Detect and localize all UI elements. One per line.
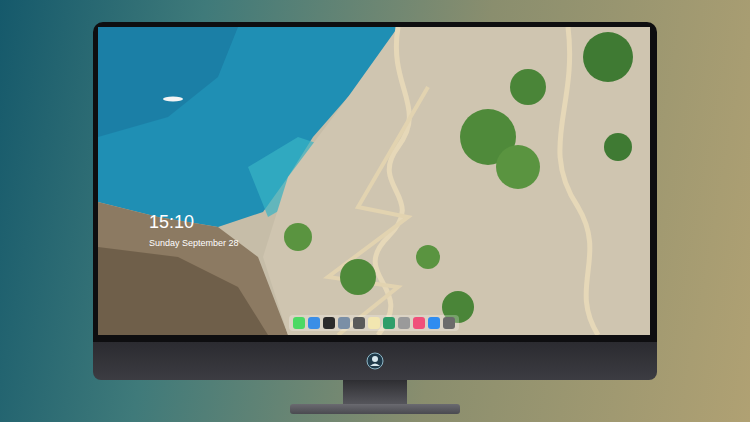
dock-app-icon[interactable] — [428, 317, 440, 329]
monitor-bezel: 15:10 Sunday September 28 — [93, 22, 657, 340]
dock-app-icon[interactable] — [353, 317, 365, 329]
dock-app-icon[interactable] — [383, 317, 395, 329]
desktop-mockup: 15:10 Sunday September 28 — [0, 0, 750, 422]
dock-app-icon[interactable] — [368, 317, 380, 329]
brand-logo-icon — [366, 352, 384, 370]
clock-time: 15:10 — [149, 212, 239, 232]
dock-app-icon[interactable] — [398, 317, 410, 329]
screen: 15:10 Sunday September 28 — [98, 27, 650, 335]
dock — [289, 315, 459, 331]
dock-area — [98, 315, 650, 331]
lock-clock: 15:10 Sunday September 28 — [149, 212, 239, 249]
dock-app-icon[interactable] — [308, 317, 320, 329]
monitor-stand-neck — [343, 380, 407, 404]
dock-app-icon[interactable] — [443, 317, 455, 329]
clock-date: Sunday September 28 — [149, 238, 239, 249]
monitor-stand-base — [290, 404, 460, 414]
dock-app-icon[interactable] — [323, 317, 335, 329]
wallpaper-photo — [98, 27, 650, 335]
dock-app-icon[interactable] — [338, 317, 350, 329]
dock-app-icon[interactable] — [293, 317, 305, 329]
dock-app-icon[interactable] — [413, 317, 425, 329]
monitor-chin — [93, 340, 657, 380]
